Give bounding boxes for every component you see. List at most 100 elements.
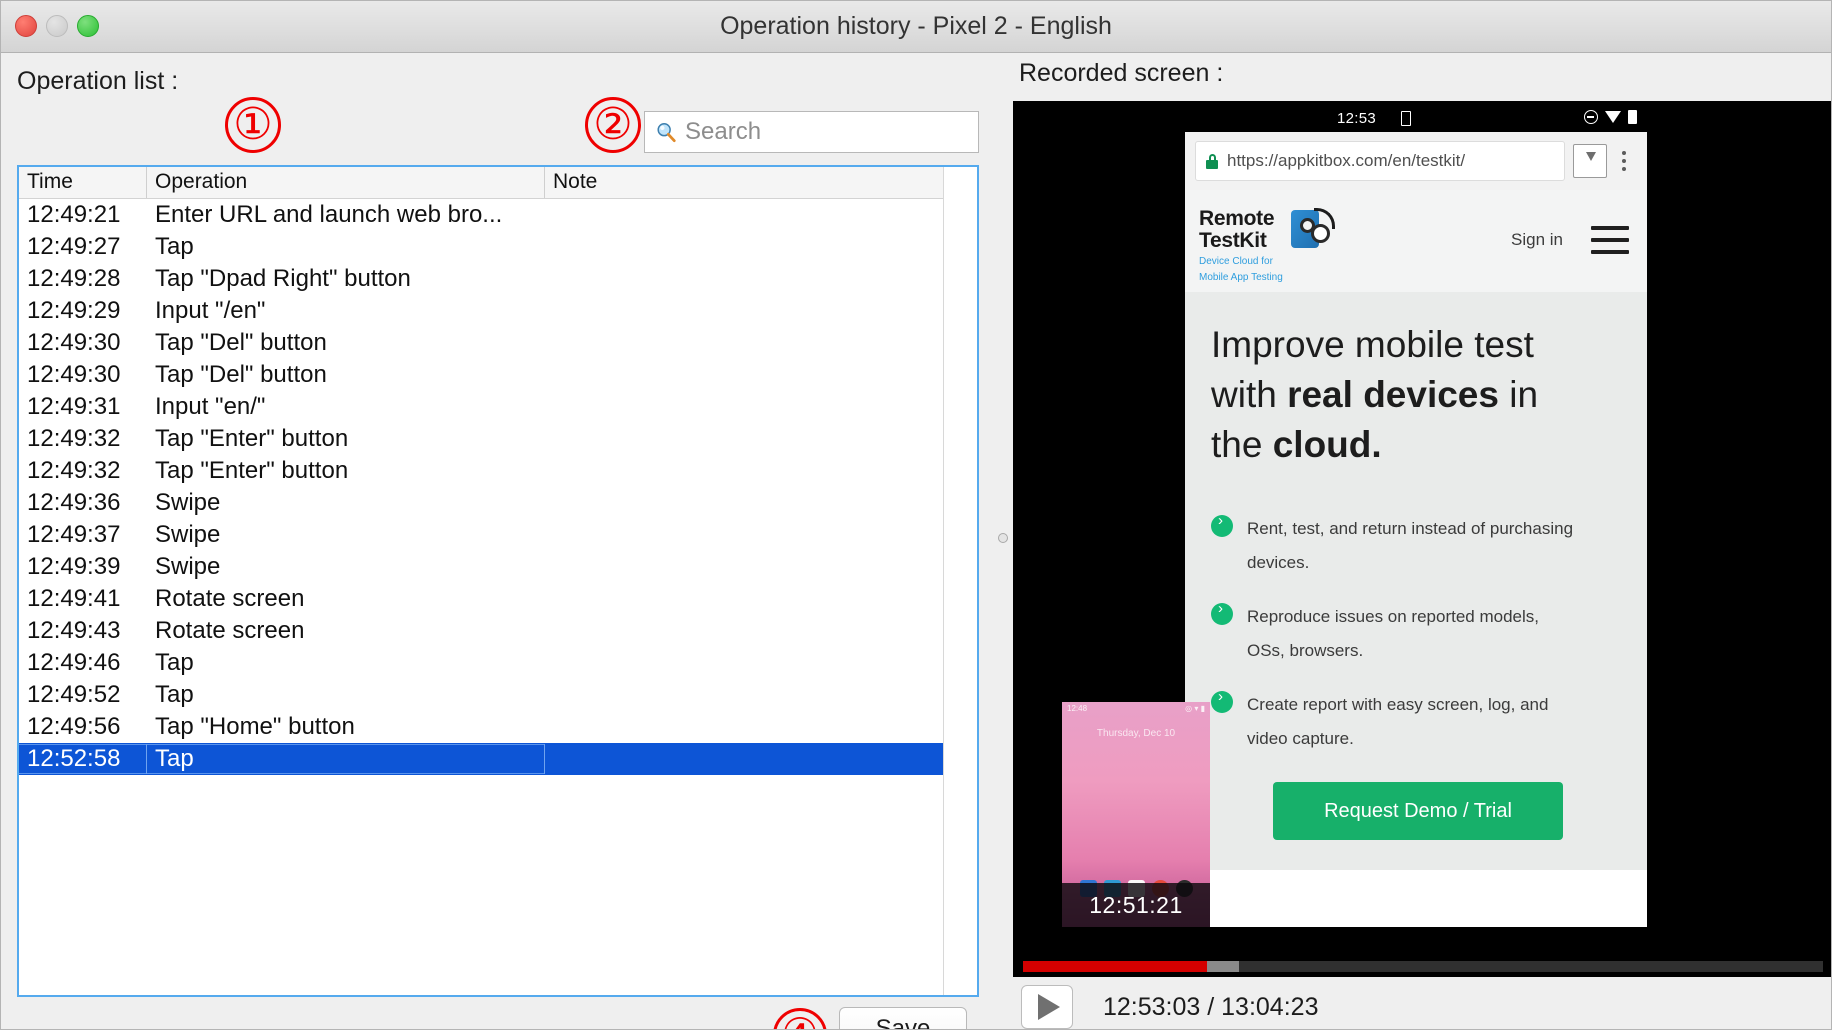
- cell-time: 12:49:29: [27, 297, 121, 324]
- cell-time: 12:52:58: [19, 744, 147, 774]
- phone-status-battery-icon: [1401, 111, 1411, 126]
- headline-line-2-b: real devices: [1287, 374, 1499, 415]
- cell-operation: Input "en/": [155, 393, 266, 420]
- pip-status-bar: 12:48 ◎ ▾ ▮: [1062, 702, 1210, 716]
- pip-overlay-timestamp: 12:51:21: [1062, 883, 1210, 927]
- table-row[interactable]: 12:49:31 Input "en/": [19, 391, 977, 423]
- phone-status-icons: [1584, 110, 1637, 124]
- cell-time: 12:49:43: [27, 617, 121, 644]
- callout-marker-4: ④: [773, 1008, 827, 1029]
- cell-time: 12:49:41: [27, 585, 121, 612]
- pip-thumbnail[interactable]: 12:48 ◎ ▾ ▮ Thursday, Dec 10 12:51:21: [1062, 702, 1210, 927]
- table-row[interactable]: 12:49:30 Tap "Del" button: [19, 327, 977, 359]
- pip-status-icons: ◎ ▾ ▮: [1185, 704, 1205, 713]
- site-logo[interactable]: Remote TestKit Device Cloud for Mobile A…: [1199, 208, 1335, 284]
- progress-track[interactable]: [1023, 961, 1823, 972]
- bullet-text: Create report with easy screen, log, and…: [1247, 695, 1549, 748]
- panel-splitter[interactable]: [993, 53, 1013, 1029]
- table-row[interactable]: 12:49:37 Swipe: [19, 519, 977, 551]
- feature-bullet-list: Rent, test, and return instead of purcha…: [1211, 512, 1621, 756]
- table-row[interactable]: 12:49:30 Tap "Del" button: [19, 359, 977, 391]
- cell-operation: Tap: [155, 233, 194, 260]
- table-row[interactable]: 12:49:28 Tap "Dpad Right" button: [19, 263, 977, 295]
- logo-tagline-1: Device Cloud for: [1199, 256, 1273, 267]
- logo-mark-icon: [1290, 208, 1335, 250]
- cell-operation: Rotate screen: [155, 585, 305, 612]
- cell-time: 12:49:36: [27, 489, 121, 516]
- site-header: Remote TestKit Device Cloud for Mobile A…: [1185, 190, 1647, 292]
- playback-controls: 12:53:03 / 13:04:23: [1013, 983, 1831, 1029]
- search-input[interactable]: [685, 118, 955, 146]
- browser-url-bar[interactable]: https://appkitbox.com/en/testkit/: [1195, 141, 1565, 181]
- window-title: Operation history - Pixel 2 - English: [720, 12, 1112, 40]
- cell-operation: Swipe: [155, 521, 221, 548]
- cell-operation: Tap: [155, 649, 194, 676]
- splitter-grip-icon[interactable]: [998, 533, 1008, 543]
- cell-operation: Swipe: [155, 553, 221, 580]
- table-body: 12:49:21 Enter URL and launch web bro... 1…: [19, 199, 977, 995]
- wifi-icon: [1605, 111, 1621, 123]
- table-row[interactable]: 12:49:36 Swipe: [19, 487, 977, 519]
- operation-history-window: Operation history - Pixel 2 - English Op…: [0, 0, 1832, 1030]
- feature-bullet: Reproduce issues on reported models, OSs…: [1211, 600, 1621, 668]
- table-scroll-gutter[interactable]: [943, 167, 977, 995]
- phone-status-bar: 12:53: [1185, 105, 1647, 132]
- kebab-menu-icon[interactable]: [1611, 145, 1637, 177]
- table-row[interactable]: 12:49:21 Enter URL and launch web bro...: [19, 199, 977, 231]
- cell-operation: Tap "Dpad Right" button: [155, 265, 411, 292]
- column-header-operation[interactable]: Operation: [147, 167, 545, 198]
- operation-table[interactable]: Time Operation Note 12:49:21 Enter URL an…: [17, 165, 979, 997]
- table-row[interactable]: 12:49:46 Tap: [19, 647, 977, 679]
- table-row[interactable]: 12:49:56 Tap "Home" button: [19, 711, 977, 743]
- request-demo-button[interactable]: Request Demo / Trial: [1273, 782, 1563, 840]
- operation-list-label: Operation list :: [17, 67, 179, 95]
- cell-time: 12:49:32: [27, 425, 121, 452]
- table-row[interactable]: 12:49:29 Input "/en": [19, 295, 977, 327]
- callout-marker-1: ①: [225, 97, 281, 153]
- mute-icon: [1584, 110, 1598, 124]
- cell-time: 12:49:27: [27, 233, 121, 260]
- table-row[interactable]: 12:52:58 Tap: [19, 743, 977, 775]
- lock-icon: [1206, 153, 1218, 169]
- hamburger-icon[interactable]: [1591, 226, 1629, 254]
- video-stage[interactable]: 12:53 https://appkitbox.com/en/testkit/ …: [1013, 101, 1831, 957]
- search-box[interactable]: [644, 111, 979, 153]
- cell-time: 12:49:52: [27, 681, 121, 708]
- cell-time: 12:49:28: [27, 265, 121, 292]
- table-row[interactable]: 12:49:39 Swipe: [19, 551, 977, 583]
- cell-time: 12:49:32: [27, 457, 121, 484]
- sign-in-link[interactable]: Sign in: [1511, 230, 1563, 250]
- bullet-text: Rent, test, and return instead of purcha…: [1247, 519, 1574, 572]
- cell-operation: Swipe: [155, 489, 221, 516]
- cell-time: 12:49:21: [27, 201, 121, 228]
- cell-time: 12:49:46: [27, 649, 121, 676]
- bullet-arrow-icon: [1211, 688, 1233, 713]
- cell-time: 12:49:31: [27, 393, 121, 420]
- headline-line-2-c: in: [1498, 374, 1539, 415]
- table-row[interactable]: 12:49:32 Tap "Enter" button: [19, 423, 977, 455]
- table-row[interactable]: 12:49:52 Tap: [19, 679, 977, 711]
- cell-operation: Enter URL and launch web bro...: [155, 201, 503, 228]
- save-button[interactable]: Save: [839, 1007, 967, 1029]
- bullet-arrow-icon: [1211, 512, 1233, 537]
- column-header-time[interactable]: Time: [19, 167, 147, 198]
- cell-operation: Input "/en": [155, 297, 266, 324]
- window-titlebar: Operation history - Pixel 2 - English: [1, 1, 1831, 53]
- recorded-screen-label: Recorded screen :: [1019, 59, 1224, 87]
- download-icon[interactable]: [1573, 144, 1607, 178]
- browser-toolbar: https://appkitbox.com/en/testkit/: [1185, 132, 1647, 190]
- column-header-note[interactable]: Note: [545, 167, 945, 198]
- logo-line-1: Remote: [1199, 207, 1275, 230]
- hero-headline: Improve mobile test with real devices in…: [1211, 320, 1621, 470]
- video-progress-bar[interactable]: [1013, 957, 1831, 977]
- logo-line-2: TestKit: [1199, 229, 1267, 252]
- cell-operation: Tap: [155, 681, 194, 708]
- operation-list-panel: Operation list : ① ② Time Operation Note…: [1, 53, 993, 1029]
- cell-time: 12:49:30: [27, 329, 121, 356]
- table-row[interactable]: 12:49:27 Tap: [19, 231, 977, 263]
- table-row[interactable]: 12:49:32 Tap "Enter" button: [19, 455, 977, 487]
- play-button[interactable]: [1021, 985, 1073, 1029]
- cell-operation: Tap: [147, 744, 545, 774]
- table-row[interactable]: 12:49:41 Rotate screen: [19, 583, 977, 615]
- table-row[interactable]: 12:49:43 Rotate screen: [19, 615, 977, 647]
